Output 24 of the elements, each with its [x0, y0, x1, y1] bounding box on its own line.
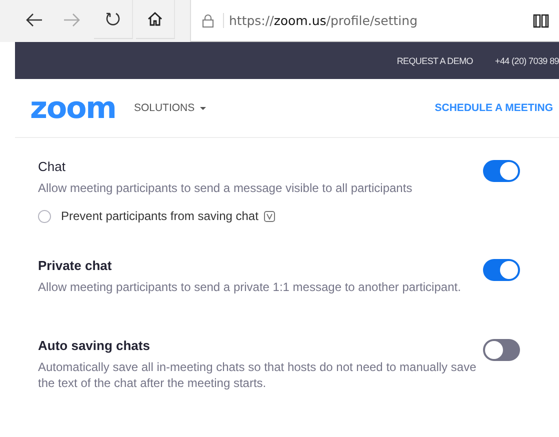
- setting-title: Private chat: [38, 258, 113, 273]
- checkbox[interactable]: [38, 210, 51, 222]
- home-button[interactable]: [136, 0, 175, 39]
- request-demo-link[interactable]: REQUEST A DEMO: [396, 56, 473, 66]
- toggle-switch[interactable]: [483, 259, 520, 281]
- phone-link[interactable]: +44 (20) 7039 89: [494, 56, 559, 66]
- reading-view-icon[interactable]: [533, 14, 549, 28]
- setting-title: Chat: [38, 159, 66, 174]
- setting-title: Auto saving chats: [38, 338, 151, 353]
- toggle-switch[interactable]: [483, 160, 520, 182]
- setting-description: Allow meeting participants to send a private 1:1 message to another participant.: [38, 279, 462, 295]
- forward-arrow-icon: [63, 13, 81, 27]
- setting-description: Automatically save all in-meeting chats so that hosts do not need to manually save the text of the chat after the meeting starts.: [38, 359, 478, 391]
- url-text: https://zoom.us/profile/setting: [223, 13, 418, 28]
- back-arrow-icon: [25, 13, 43, 27]
- home-icon: [147, 11, 163, 27]
- address-bar[interactable]: https://zoom.us/profile/setting: [190, 0, 559, 42]
- solutions-menu[interactable]: SOLUTIONS: [134, 102, 206, 114]
- refresh-button[interactable]: [94, 0, 133, 39]
- setting-description: Allow meeting participants to send a message visible to all participants: [38, 180, 414, 196]
- option-label: Prevent participants from saving chat: [61, 209, 258, 223]
- toggle-switch[interactable]: [483, 339, 520, 361]
- refresh-icon: [105, 11, 121, 27]
- lock-icon: [202, 14, 214, 28]
